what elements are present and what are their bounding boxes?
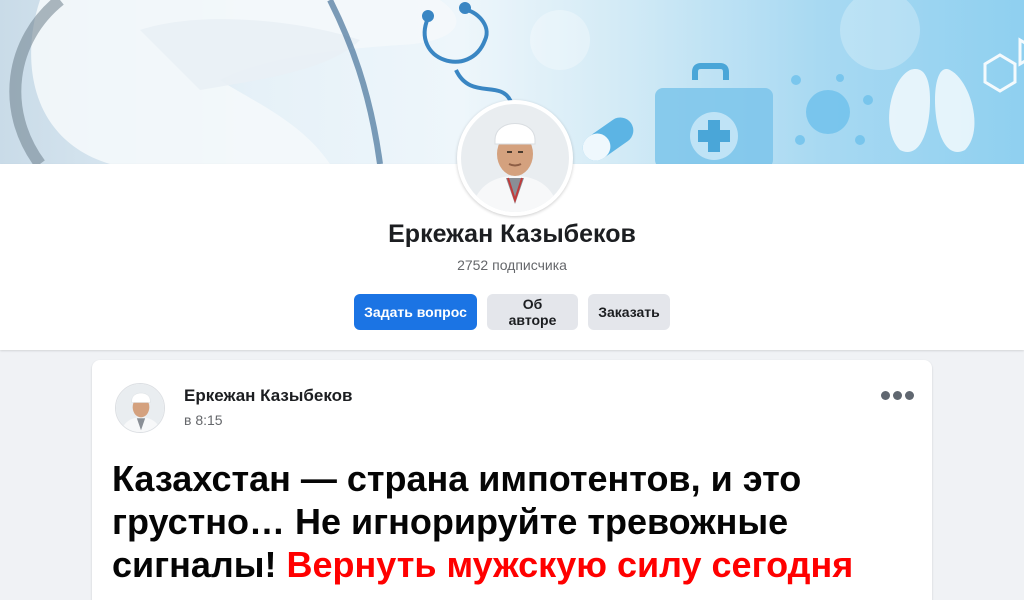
post-card: Еркежан Казыбеков в 8:15 Казахстан — стр…	[92, 360, 932, 600]
medical-kit-icon	[655, 63, 773, 164]
doctor-portrait-icon	[116, 384, 164, 432]
post-headline: Казахстан — страна импотентов, и это гру…	[112, 457, 902, 586]
more-options-icon[interactable]	[877, 380, 917, 410]
profile-name: Еркежан Казыбеков	[388, 220, 636, 248]
doctor-portrait-icon	[461, 104, 569, 212]
profile-avatar[interactable]	[457, 100, 573, 216]
post-headline-link[interactable]: Вернуть мужскую силу сегодня	[287, 544, 854, 585]
molecule-icon	[983, 37, 1024, 93]
lungs-icon	[889, 69, 975, 152]
about-author-button[interactable]: Об авторе	[487, 294, 578, 330]
ask-question-button[interactable]: Задать вопрос	[354, 294, 477, 330]
post-author-avatar[interactable]	[115, 383, 165, 433]
post-timestamp[interactable]: в 8:15	[184, 412, 223, 428]
post-author-name[interactable]: Еркежан Казыбеков	[184, 386, 352, 406]
order-button[interactable]: Заказать	[588, 294, 670, 330]
profile-actions: Задать вопрос Об авторе Заказать	[354, 294, 670, 330]
subscriber-count: 2752 подписчика	[457, 257, 567, 273]
